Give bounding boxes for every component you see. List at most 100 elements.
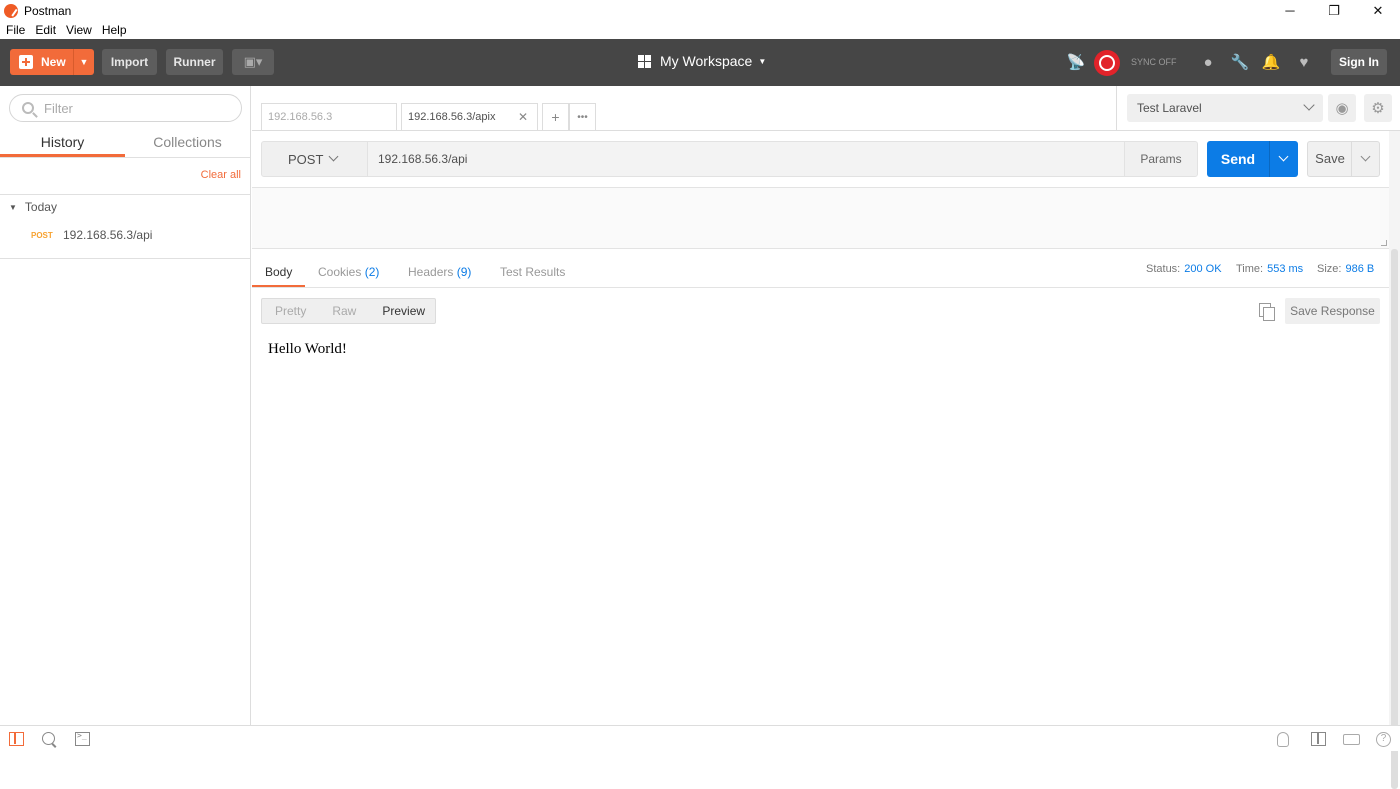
method-select[interactable]: POST: [262, 142, 367, 176]
request-tab-strip: 192.168.56.3 192.168.56.3/apix ✕ + •••: [252, 86, 1116, 131]
find-icon[interactable]: [42, 732, 55, 745]
workspace-label: My Workspace: [660, 53, 753, 69]
wrench-settings-icon[interactable]: 🔧: [1231, 53, 1250, 71]
window-titlebar: Postman ─ ❐ ✕: [0, 0, 1400, 21]
lightbulb-icon[interactable]: [1277, 732, 1289, 747]
new-window-button[interactable]: ▣▾: [232, 49, 274, 75]
size-label: Size:: [1317, 263, 1342, 275]
format-preview-button[interactable]: Preview: [369, 304, 438, 318]
request-tab-label: 192.168.56.3: [268, 111, 333, 123]
history-group-today[interactable]: ▼ Today: [9, 200, 57, 214]
response-format-toggle: Pretty Raw Preview: [261, 298, 436, 324]
window-controls: ─ ❐ ✕: [1268, 0, 1400, 21]
response-tab-label: Cookies: [318, 265, 362, 279]
new-dropdown-caret-icon[interactable]: ▼: [73, 49, 94, 75]
menu-file[interactable]: File: [0, 23, 29, 37]
request-bar: POST 192.168.56.3/api Params: [261, 141, 1198, 177]
filter-field[interactable]: [9, 94, 242, 122]
response-tab-count: (9): [456, 265, 472, 279]
response-status: Status: 200 OK: [1146, 263, 1222, 275]
maximize-button[interactable]: ❐: [1312, 0, 1356, 21]
menu-edit[interactable]: Edit: [29, 23, 60, 37]
request-tab-active[interactable]: 192.168.56.3/apix ✕: [401, 103, 538, 130]
response-tab-headers[interactable]: Headers (9): [395, 258, 484, 287]
environment-select-value: Test Laravel: [1137, 101, 1202, 115]
more-tabs-button[interactable]: •••: [569, 103, 596, 130]
response-tab-label: Headers: [408, 265, 454, 279]
two-pane-view-icon[interactable]: [1311, 732, 1326, 746]
method-select-value: POST: [288, 151, 324, 167]
window-title: Postman: [24, 3, 72, 18]
menu-help[interactable]: Help: [96, 23, 131, 37]
interceptor-satellite-icon[interactable]: 📡: [1067, 53, 1086, 71]
add-tab-button[interactable]: +: [542, 103, 569, 130]
console-icon[interactable]: [75, 731, 90, 746]
response-tab-label: Test Results: [500, 265, 566, 279]
sync-status-icon[interactable]: [1094, 50, 1120, 76]
notifications-bell-icon[interactable]: 🔔: [1262, 53, 1281, 71]
plus-icon: [19, 55, 33, 69]
response-tab-label: Body: [265, 265, 293, 279]
keyboard-shortcuts-icon[interactable]: [1343, 734, 1360, 745]
globe-icon[interactable]: ●: [1199, 53, 1217, 71]
runner-button[interactable]: Runner: [166, 49, 223, 75]
resize-handle-icon[interactable]: [1381, 240, 1387, 246]
response-tab-cookies[interactable]: Cookies (2): [305, 258, 392, 287]
send-button[interactable]: Send: [1207, 141, 1298, 177]
response-tabs: Body Cookies (2) Headers (9) Test Result…: [252, 258, 1389, 288]
environment-select[interactable]: Test Laravel: [1127, 94, 1323, 122]
postman-logo-icon: [4, 3, 18, 18]
sign-in-button[interactable]: Sign In: [1331, 49, 1387, 75]
divider: [0, 258, 250, 259]
filter-input[interactable]: [44, 100, 224, 116]
size-value: 986 B: [1345, 263, 1375, 275]
menu-view[interactable]: View: [60, 23, 96, 37]
tab-history[interactable]: History: [0, 128, 125, 157]
response-tab-count: (2): [364, 265, 380, 279]
chevron-down-icon: [328, 151, 339, 162]
new-window-icon: ▣▾: [243, 54, 263, 69]
sync-status-label: SYNC OFF: [1131, 57, 1177, 67]
toggle-sidebar-icon[interactable]: [9, 732, 24, 746]
response-tab-body[interactable]: Body: [252, 258, 306, 287]
history-item[interactable]: POST 192.168.56.3/api: [31, 228, 152, 242]
workspace-caret-icon: ▼: [758, 56, 767, 66]
response-tab-test-results[interactable]: Test Results: [487, 258, 578, 287]
import-button[interactable]: Import: [102, 49, 157, 75]
format-pretty-button[interactable]: Pretty: [262, 304, 319, 318]
manage-environments-button[interactable]: ⚙: [1364, 94, 1392, 122]
request-tab-label: 192.168.56.3/apix: [408, 111, 496, 123]
request-tab[interactable]: 192.168.56.3: [261, 103, 397, 130]
history-item-url: 192.168.56.3/api: [63, 228, 153, 242]
collapse-triangle-icon: ▼: [9, 202, 17, 212]
environment-quick-look-button[interactable]: ◉: [1328, 94, 1356, 122]
close-tab-icon[interactable]: ✕: [518, 110, 528, 124]
copy-icon[interactable]: [1259, 303, 1275, 321]
tab-collections[interactable]: Collections: [125, 128, 250, 157]
request-builder-area[interactable]: [252, 187, 1389, 249]
response-size: Size: 986 B: [1317, 263, 1374, 275]
workspace-selector[interactable]: My Workspace ▼: [638, 53, 766, 69]
history-group-label: Today: [24, 200, 57, 214]
new-button-label: New: [41, 55, 66, 69]
url-input[interactable]: 192.168.56.3/api: [367, 142, 1125, 176]
close-button[interactable]: ✕: [1356, 0, 1400, 21]
send-dropdown-chevron-icon[interactable]: [1269, 141, 1298, 177]
divider: [0, 194, 250, 195]
clear-all-link[interactable]: Clear all: [201, 169, 241, 181]
save-dropdown-chevron-icon[interactable]: [1351, 142, 1379, 176]
vertical-scrollbar[interactable]: [1389, 131, 1400, 789]
sidebar-tabs: History Collections: [0, 128, 250, 158]
time-value: 553 ms: [1267, 263, 1304, 275]
save-button[interactable]: Save: [1307, 141, 1380, 177]
time-label: Time:: [1236, 263, 1264, 275]
heart-icon[interactable]: ♥: [1295, 53, 1313, 71]
save-response-button[interactable]: Save Response: [1285, 298, 1380, 324]
help-icon[interactable]: ?: [1376, 732, 1391, 747]
params-button[interactable]: Params: [1125, 142, 1197, 176]
new-button[interactable]: New ▼: [10, 49, 94, 75]
environment-area: Test Laravel ◉ ⚙: [1116, 86, 1400, 131]
minimize-button[interactable]: ─: [1268, 0, 1312, 21]
scrollbar-thumb[interactable]: [1391, 249, 1398, 789]
format-raw-button[interactable]: Raw: [319, 304, 369, 318]
